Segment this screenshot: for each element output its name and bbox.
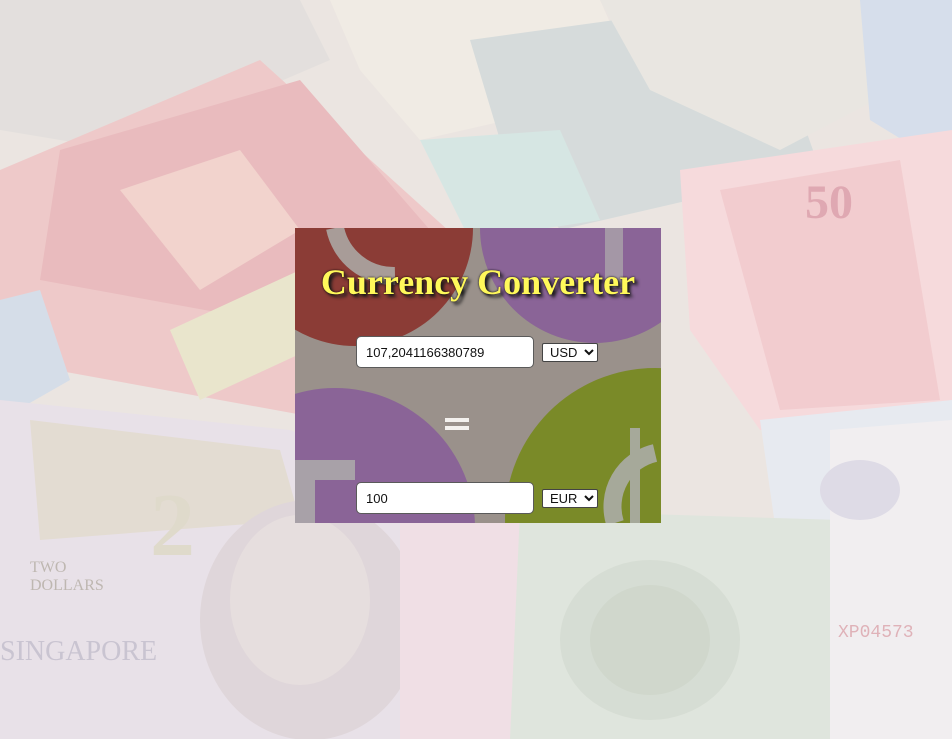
page-root: 50 2 TWO DOLLARS SINGAPORE XP04573 Curre…	[0, 0, 952, 739]
equals-icon	[445, 418, 469, 432]
from-currency-select[interactable]: USD	[542, 343, 598, 362]
app-title: Currency Converter	[320, 262, 636, 302]
to-currency-select[interactable]: EUR	[542, 489, 598, 508]
converter-card: Currency Converter USD EUR	[295, 228, 661, 523]
to-amount-input[interactable]	[356, 482, 534, 514]
from-amount-input[interactable]	[356, 336, 534, 368]
